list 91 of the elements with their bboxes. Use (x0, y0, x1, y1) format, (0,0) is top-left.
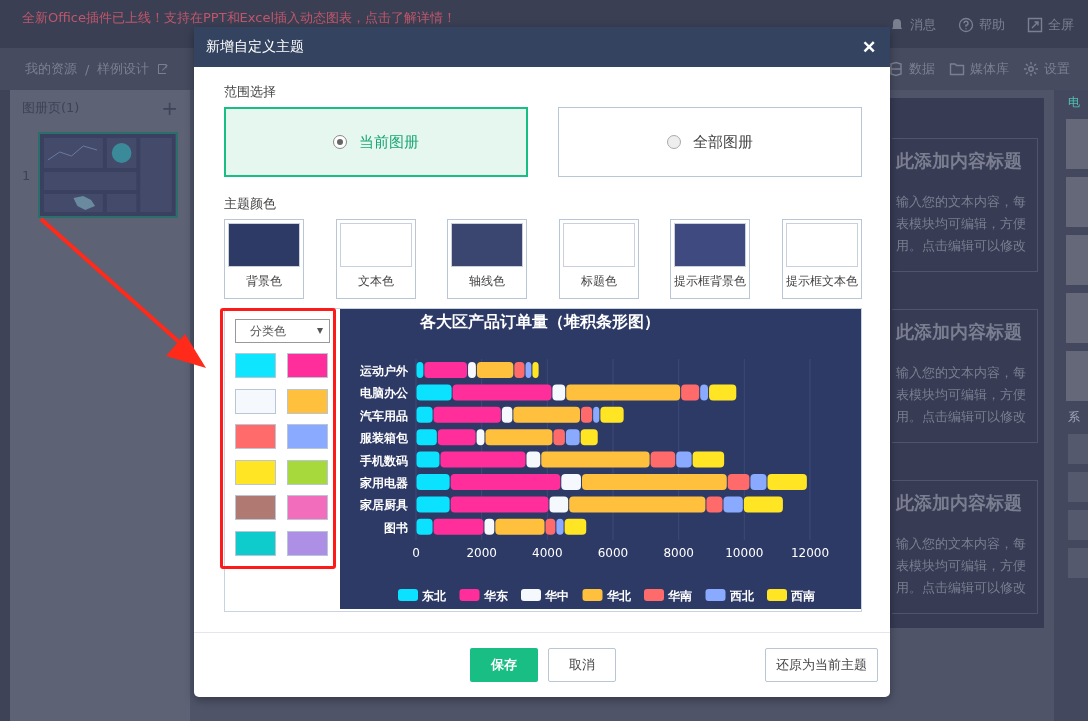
layout-option[interactable] (1066, 235, 1088, 285)
panel-tab[interactable]: 电 (1054, 94, 1080, 111)
axis-category-label: 家居厨具 (360, 498, 408, 513)
layout-option[interactable] (1066, 177, 1088, 227)
chart-bar (565, 429, 580, 446)
edit-icon (157, 63, 170, 75)
announcement-link[interactable]: 全新Office插件已上线！支持在PPT和Excel插入动态图表，点击了解详情！ (22, 10, 456, 25)
header-action[interactable]: 全屏 (1027, 16, 1074, 34)
card-title: 此添加内容标题 (896, 149, 1023, 173)
scope-option[interactable]: 当前图册 (224, 107, 528, 177)
card-text: 输入您的文本内容，每 (896, 193, 1027, 211)
legend-item: 华中 (521, 589, 569, 603)
axis-category-label: 电脑办公 (360, 386, 408, 401)
chart-title: 各大区产品订单量（堆积条形图） (420, 312, 660, 331)
layout-option[interactable] (1066, 119, 1088, 169)
section-label: 范围选择 (224, 83, 277, 101)
section-title: 系 (1067, 409, 1080, 426)
card-text: 输入您的文本内容，每 (896, 535, 1027, 553)
header-action[interactable]: 帮助 (958, 16, 1005, 34)
caret-icon (317, 328, 323, 334)
palette-dropdown[interactable]: 分类色 (235, 319, 330, 343)
reset-button[interactable]: 还原为当前主题 (765, 648, 878, 682)
dialog-title: 新增自定义主题 (206, 38, 304, 56)
axis-tick-label: 4000 (532, 546, 563, 560)
folder-icon (949, 61, 965, 77)
card-text: 用。点击编辑可以修改 (896, 237, 1027, 255)
palette-swatch[interactable] (235, 353, 276, 378)
axis-category-label: 服装箱包 (360, 431, 408, 446)
card-text: 用。点击编辑可以修改 (896, 408, 1027, 426)
palette-swatch[interactable] (287, 424, 328, 449)
color-picker[interactable]: 提示框背景色 (670, 219, 751, 299)
legend-label: 西北 (728, 589, 755, 603)
close-button[interactable]: ✕ (860, 36, 878, 58)
card-text: 表模块均可编辑，方便 (896, 215, 1027, 233)
axis-category-label: 手机数码 (360, 453, 408, 468)
axis-tick-label: 12000 (790, 546, 830, 560)
legend-label: 东北 (421, 589, 447, 603)
cancel-button[interactable]: 取消 (548, 648, 616, 682)
legend-label: 华东 (482, 589, 508, 603)
help-icon (958, 17, 974, 33)
palette-swatch[interactable] (235, 424, 276, 449)
axis-tick-label: 0 (412, 546, 420, 560)
palette-swatch[interactable] (287, 353, 328, 378)
color-picker[interactable]: 标题色 (558, 219, 639, 299)
axis-category-label: 图书 (384, 520, 408, 535)
settings-icon (1023, 61, 1039, 77)
card-text: 用。点击编辑可以修改 (896, 579, 1027, 597)
palette-swatch[interactable] (287, 530, 328, 556)
breadcrumb-separator: / (85, 61, 90, 77)
palette-swatch[interactable] (235, 530, 276, 556)
axis-category-label: 家用电器 (360, 476, 408, 490)
chart-bar (580, 429, 598, 446)
layout-option[interactable] (1066, 293, 1088, 343)
legend-label: 华北 (605, 589, 632, 603)
color-picker[interactable]: 提示框文本色 (781, 219, 862, 299)
header-action[interactable]: 消息 (889, 16, 936, 34)
palette-swatch[interactable] (235, 459, 276, 485)
axis-tick-label: 8000 (663, 546, 694, 560)
axis-tick-label: 6000 (597, 546, 629, 560)
legend-label: 西南 (790, 589, 815, 603)
palette-swatch[interactable] (287, 388, 328, 414)
palette-swatch[interactable] (287, 459, 328, 485)
axis-category-label: 汽车用品 (360, 408, 408, 423)
legend-item: 西南 (767, 589, 815, 603)
legend-item: 西北 (705, 589, 754, 603)
legend-item: 东北 (398, 589, 446, 603)
card-text: 表模块均可编辑，方便 (896, 386, 1027, 404)
palette-swatch[interactable] (235, 388, 276, 414)
color-picker[interactable]: 文本色 (335, 219, 416, 299)
legend-item: 华北 (582, 589, 631, 603)
card-title: 此添加内容标题 (896, 320, 1023, 344)
legend-item: 华东 (459, 589, 508, 603)
card-title: 此添加内容标题 (896, 491, 1023, 515)
scope-option[interactable]: 全部图册 (558, 107, 862, 177)
section-label: 主题颜色 (224, 195, 277, 213)
legend-item: 华南 (644, 589, 692, 603)
palette-swatch[interactable] (287, 495, 328, 520)
save-button[interactable]: 保存 (470, 648, 538, 682)
legend-label: 华中 (544, 589, 569, 603)
legend-label: 华南 (667, 589, 692, 603)
axis-tick-label: 2000 (466, 546, 497, 560)
card-text: 输入您的文本内容，每 (896, 364, 1027, 382)
axis-tick-label: 10000 (725, 546, 764, 560)
color-picker[interactable]: 背景色 (224, 219, 304, 299)
color-picker[interactable]: 轴线色 (447, 219, 528, 299)
cube-icon (888, 61, 904, 77)
card-text: 表模块均可编辑，方便 (896, 557, 1027, 575)
axis-category-label: 运动户外 (360, 364, 408, 378)
palette-swatch[interactable] (235, 495, 276, 520)
layout-option[interactable] (1066, 351, 1088, 401)
fullscreen-icon (1027, 17, 1043, 33)
